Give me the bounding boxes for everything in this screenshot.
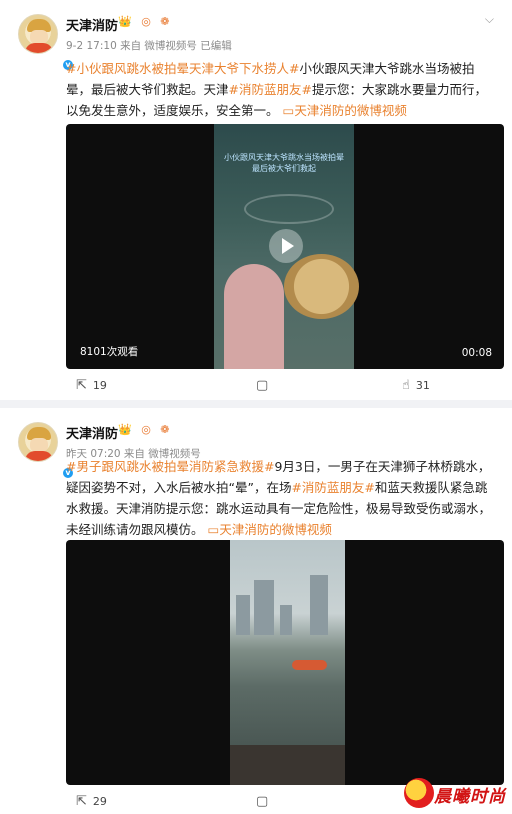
video-frame xyxy=(230,540,345,785)
video-link-icon: ▭ xyxy=(207,522,220,537)
comment-icon: ▢ xyxy=(256,794,269,809)
post-separator xyxy=(0,400,512,408)
chevron-down-icon[interactable]: ⌵ xyxy=(485,12,494,27)
post-text: #男子跟风跳水被拍晕消防紧急救援#9月3日，一男子在天津狮子林桥跳水，疑因姿势不… xyxy=(66,456,494,540)
action-bar: ⇱ 19 ▢ ☝ 31 xyxy=(66,378,494,400)
view-count: 8101次观看 xyxy=(80,346,139,358)
post-meta: 9-2 17:10 来自 微博视频号 已编辑 xyxy=(66,40,232,52)
like-button[interactable]: ☝ 31 xyxy=(402,378,430,393)
weibo-post-2: v 天津消防 👑 ◎ ❁ 昨天 07:20 来自 微博视频号 #男子跟风跳水被拍… xyxy=(0,408,512,814)
member-badges: 👑 ◎ ❁ xyxy=(118,15,173,28)
verified-badge-wrap: v xyxy=(18,422,75,480)
weibo-post-1: v 天津消防 👑 ◎ ❁ 9-2 17:10 来自 微博视频号 已编辑 ⌵ #小… xyxy=(0,0,512,400)
video-player[interactable]: 小伙跟风天津大爷跳水当场被拍晕 最后被大爷们救起 8101次观看 00:08 xyxy=(66,124,504,369)
play-icon[interactable] xyxy=(269,229,303,263)
watermark-text: 晨曦时尚 xyxy=(434,787,506,807)
comment-icon: ▢ xyxy=(256,378,269,393)
verified-badge-wrap: v xyxy=(18,14,75,72)
hashtag[interactable]: #消防蓝朋友# xyxy=(291,480,374,495)
video-link[interactable]: ▭天津消防的微博视频 xyxy=(283,103,407,118)
member-badges: 👑 ◎ ❁ xyxy=(118,423,173,436)
video-link[interactable]: ▭天津消防的微博视频 xyxy=(208,522,332,537)
share-button[interactable]: ⇱ 19 xyxy=(76,378,107,393)
share-icon: ⇱ xyxy=(76,378,87,393)
video-duration: 00:08 xyxy=(461,347,492,359)
watermark-emblem-icon xyxy=(404,778,434,808)
post-text: #小伙跟风跳水被拍晕天津大爷下水捞人#小伙跟风天津大爷跳水当场被拍晕，最后被大爷… xyxy=(66,58,494,121)
author-name[interactable]: 天津消防 xyxy=(66,15,118,34)
video-player[interactable] xyxy=(66,540,504,785)
hashtag[interactable]: #男子跟风跳水被拍晕消防紧急救援# xyxy=(66,459,274,474)
video-link-icon: ▭ xyxy=(282,103,295,118)
share-button[interactable]: ⇱ 29 xyxy=(76,794,107,809)
hashtag[interactable]: #小伙跟风跳水被拍晕天津大爷下水捞人# xyxy=(66,61,299,76)
video-caption: 小伙跟风天津大爷跳水当场被拍晕 最后被大爷们救起 xyxy=(224,153,344,173)
watermark-logo: 晨曦时尚 xyxy=(404,776,508,810)
comment-button[interactable]: ▢ xyxy=(256,378,274,393)
share-icon: ⇱ xyxy=(76,794,87,809)
hashtag[interactable]: #消防蓝朋友# xyxy=(229,82,312,97)
comment-button[interactable]: ▢ xyxy=(256,794,274,809)
author-name[interactable]: 天津消防 xyxy=(66,423,118,442)
like-icon: ☝ xyxy=(402,378,410,393)
